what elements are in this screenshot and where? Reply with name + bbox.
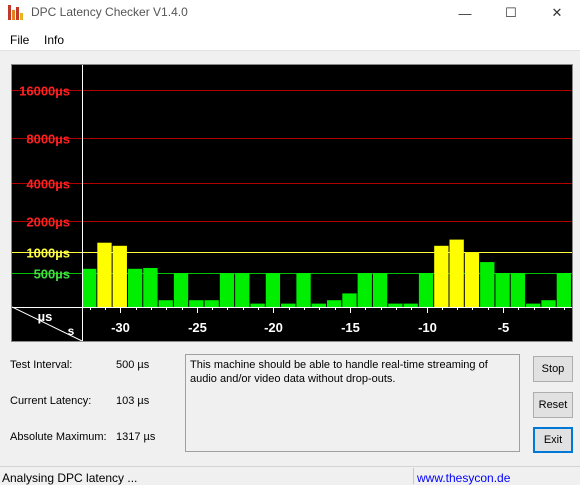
bar-25 <box>464 252 480 307</box>
bar-23 <box>434 245 449 307</box>
window-title: DPC Latency Checker V1.4.0 <box>31 5 188 19</box>
status-bar: Analysing DPC latency ... www.thesycon.d… <box>0 466 580 485</box>
x-tick-label-2: -20 <box>264 320 283 335</box>
bar-30 <box>541 300 556 307</box>
reset-button[interactable]: Reset <box>533 392 573 418</box>
bar-26 <box>480 262 495 307</box>
bar-6 <box>173 273 189 307</box>
status-message: This machine should be able to handle re… <box>185 354 520 452</box>
y-tick-label-0: 16000µs <box>19 84 70 99</box>
latency-chart-svg: 16000µs 8000µs 4000µs 2000µs 1000µs 500µs µs s -… <box>12 65 572 341</box>
y-tick-label-4: 1000µs <box>26 246 70 261</box>
y-tick-label-5: 500µs <box>34 267 70 282</box>
bar-19 <box>372 273 388 307</box>
menu-bar: File Info <box>0 26 580 51</box>
bar-13 <box>281 303 296 307</box>
menu-file[interactable]: File <box>10 33 29 47</box>
current-latency-value: 103 µs <box>116 395 150 407</box>
menu-info[interactable]: Info <box>44 33 64 47</box>
bar-22 <box>418 273 434 307</box>
title-bar: DPC Latency Checker V1.4.0 — ☐ ✕ <box>0 0 580 26</box>
x-tick-label-4: -10 <box>418 320 437 335</box>
test-interval-value: 500 µs <box>116 359 150 371</box>
stop-button[interactable]: Stop <box>533 356 573 382</box>
bar-15 <box>311 303 326 307</box>
bar-31 <box>556 273 571 307</box>
bar-5 <box>158 300 173 307</box>
bar-10 <box>235 273 250 307</box>
absolute-maximum-label: Absolute Maximum: <box>10 431 107 443</box>
absolute-maximum-value: 1317 µs <box>116 431 156 443</box>
current-latency-label: Current Latency: <box>10 395 92 407</box>
bar-20 <box>388 303 403 307</box>
bar-29 <box>526 303 541 307</box>
bar-3 <box>127 268 143 307</box>
y-axis-unit-label: µs <box>38 309 53 324</box>
bar-16 <box>327 300 342 307</box>
bar-0 <box>82 268 97 307</box>
x-tick-label-1: -25 <box>188 320 207 335</box>
test-interval-label: Test Interval: <box>10 359 73 371</box>
bar-28 <box>510 273 526 307</box>
x-tick-label-3: -15 <box>341 320 360 335</box>
bar-27 <box>495 273 510 307</box>
status-separator <box>413 468 414 484</box>
bar-8 <box>204 300 219 307</box>
latency-chart: 16000µs 8000µs 4000µs 2000µs 1000µs 500µs µs s -… <box>11 64 573 342</box>
bar-18 <box>357 273 372 307</box>
y-tick-label-3: 2000µs <box>26 215 70 230</box>
exit-button[interactable]: Exit <box>533 427 573 453</box>
app-icon <box>8 5 24 20</box>
minimize-button[interactable]: — <box>442 0 488 26</box>
bar-24 <box>449 239 464 307</box>
bar-11 <box>250 303 265 307</box>
y-tick-label-2: 4000µs <box>26 177 70 192</box>
bar-21 <box>403 303 418 307</box>
x-tick-label-5: -5 <box>498 320 510 335</box>
bar-2 <box>112 245 127 307</box>
bar-14 <box>296 273 311 307</box>
bar-12 <box>265 273 281 307</box>
bar-17 <box>342 293 357 307</box>
bar-1 <box>97 242 112 307</box>
bar-4 <box>143 267 158 307</box>
bar-7 <box>189 300 204 307</box>
bar-9 <box>219 273 235 307</box>
close-button[interactable]: ✕ <box>534 0 580 26</box>
maximize-button[interactable]: ☐ <box>488 0 534 26</box>
x-tick-label-0: -30 <box>111 320 130 335</box>
y-tick-label-1: 8000µs <box>26 132 70 147</box>
x-axis-unit-label: s <box>68 324 75 338</box>
